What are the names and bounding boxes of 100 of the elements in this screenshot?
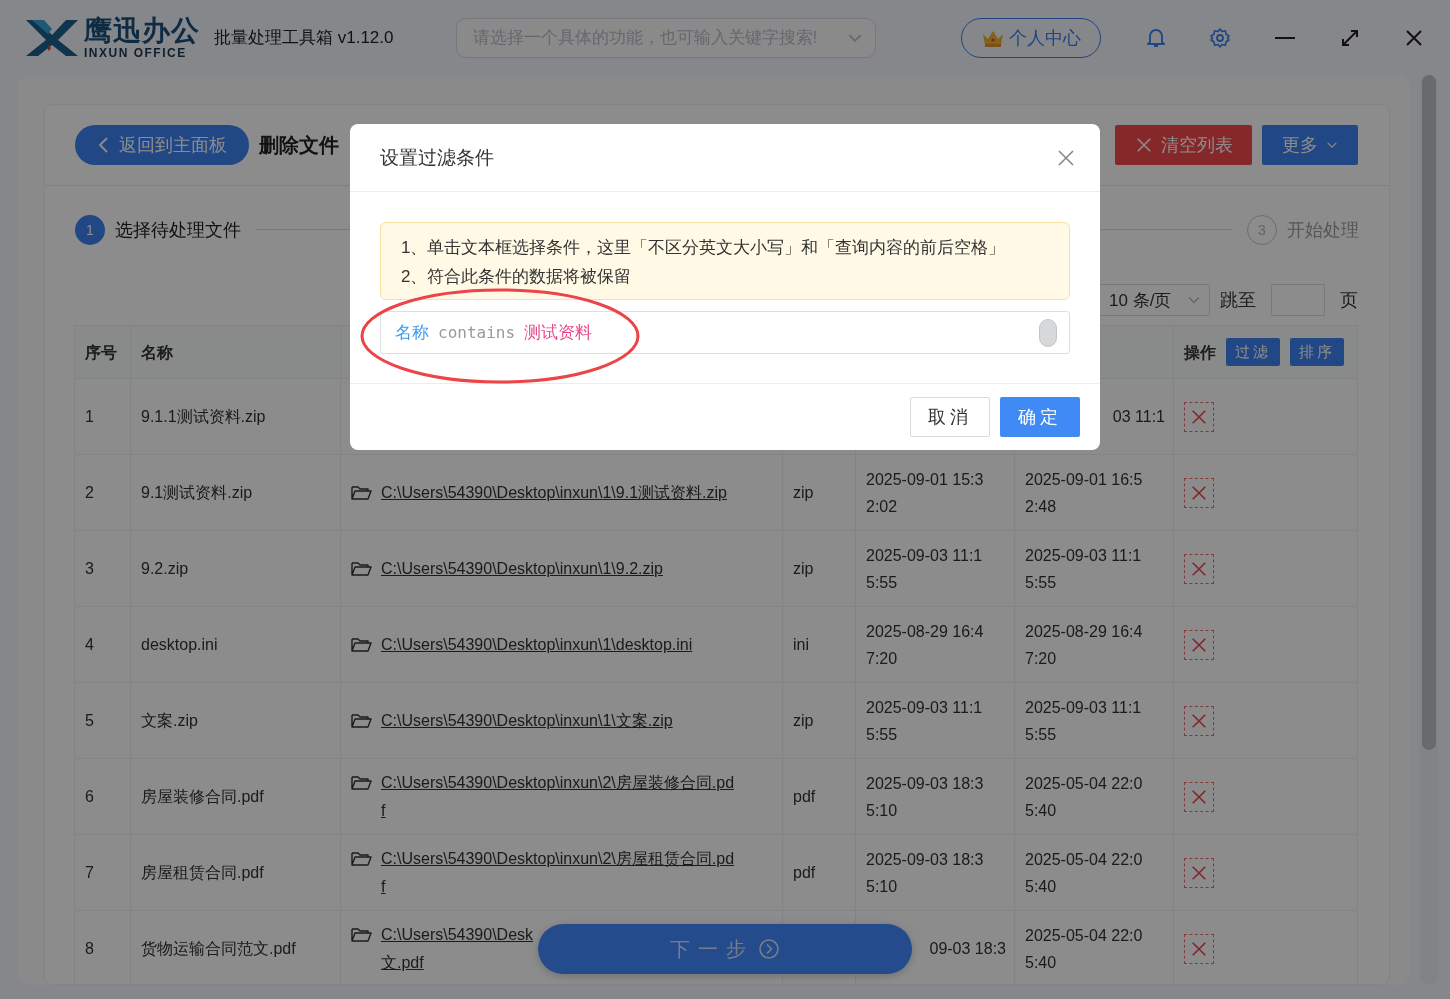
created-time: 2025-08-29 16:4 7:20 — [866, 621, 984, 669]
file-path-link[interactable]: C:\Users\54390\Desktop\inxun\2\房屋租赁合同.pd f — [381, 844, 735, 901]
file-path-link[interactable]: C:\Users\54390\Desktop\inxun\1\文案.zip — [381, 706, 673, 735]
folder-icon — [351, 850, 372, 867]
delete-button[interactable] — [1184, 629, 1214, 660]
column-header: 序号 — [85, 342, 117, 363]
created-time: 2025-09-03 11:1 5:55 — [866, 545, 983, 593]
notice-text: 2、符合此条件的数据将被保留 — [401, 266, 633, 288]
file-name: 文案.zip — [141, 711, 198, 731]
file-type: pdf — [793, 863, 816, 883]
column-header: 操作 — [1184, 342, 1216, 363]
scrollbar[interactable] — [1420, 75, 1438, 985]
modified-time: 2025-09-03 11:1 5:55 — [1025, 697, 1142, 745]
folder-icon — [351, 712, 372, 729]
x-icon — [1190, 863, 1208, 882]
row-index: 2 — [85, 483, 94, 503]
folder-icon — [351, 636, 372, 653]
modified-time: 2025-05-04 22:0 5:40 — [1025, 849, 1143, 897]
folder-icon — [351, 560, 372, 577]
back-button[interactable]: 返回到主面板 — [75, 125, 249, 165]
x-icon — [1190, 787, 1208, 806]
column-header: 名称 — [141, 342, 173, 363]
page-title: 删除文件 — [259, 132, 339, 158]
more-button[interactable]: 更多 — [1262, 125, 1358, 165]
logo-subtitle: INXUN OFFICE — [84, 46, 188, 59]
created-time: 09-03 18:3 — [929, 939, 1006, 959]
close-x-icon — [1403, 27, 1424, 48]
file-type: zip — [793, 483, 814, 503]
file-name: 9.1.1测试资料.zip — [141, 407, 266, 427]
jump-label: 跳至 — [1220, 289, 1256, 312]
file-path-link[interactable]: C:\Users\54390\Desktop\inxun\1\desktop.ini — [381, 630, 693, 659]
row-index: 7 — [85, 863, 94, 883]
delete-button[interactable] — [1184, 401, 1214, 432]
cancel-button[interactable]: 取消 — [910, 397, 990, 437]
file-path-link[interactable]: C:\Users\54390\Desk 文.pdf — [381, 920, 534, 977]
arrow-right-circle-icon — [758, 938, 780, 960]
row-index: 8 — [85, 939, 94, 959]
row-index: 6 — [85, 787, 94, 807]
file-type: zip — [793, 559, 814, 579]
modified-time: 2025-05-04 22:0 5:40 — [1025, 925, 1143, 973]
modified-time: 2025-05-04 22:0 5:40 — [1025, 773, 1143, 821]
file-path-link[interactable]: C:\Users\54390\Desktop\inxun\1\9.1测试资料.zip — [381, 478, 727, 507]
row-index: 4 — [85, 635, 94, 655]
x-icon — [1190, 483, 1208, 502]
x-icon — [1190, 711, 1208, 730]
field-token: 名称 — [395, 322, 429, 344]
row-index: 5 — [85, 711, 94, 731]
modified-time: 2025-08-29 16:4 7:20 — [1025, 621, 1143, 669]
delete-button[interactable] — [1184, 705, 1214, 736]
page-suffix: 页 — [1340, 289, 1358, 312]
step-number: 1 — [75, 214, 105, 245]
x-icon — [1134, 136, 1153, 154]
x-icon — [1190, 635, 1208, 654]
modified-time: 03 11:1 — [1112, 407, 1165, 427]
x-icon — [1190, 939, 1208, 958]
file-name: 9.2.zip — [141, 559, 189, 579]
file-name: 9.1测试资料.zip — [141, 483, 253, 503]
file-type: pdf — [793, 787, 816, 807]
created-time: 2025-09-03 18:3 5:10 — [866, 773, 984, 821]
file-path-link[interactable]: C:\Users\54390\Desktop\inxun\2\房屋装修合同.pd f — [381, 768, 735, 825]
file-name: desktop.ini — [141, 635, 218, 655]
modified-time: 2025-09-01 16:5 2:48 — [1025, 469, 1143, 517]
logo-icon — [24, 17, 80, 58]
delete-button[interactable] — [1184, 933, 1214, 964]
delete-button[interactable] — [1184, 781, 1214, 812]
dialog-title: 设置过滤条件 — [380, 145, 494, 170]
confirm-button[interactable]: 确定 — [1000, 397, 1080, 437]
file-path-link[interactable]: C:\Users\54390\Desktop\inxun\1\9.2.zip — [381, 554, 663, 583]
filter-button[interactable]: 过滤 — [1226, 338, 1280, 366]
notice-text: 1、单击文本框选择条件，这里「不区分英文大小写」和「查询内容的前后空格」 — [401, 237, 1007, 259]
file-type: zip — [793, 711, 814, 731]
x-icon — [1190, 407, 1208, 426]
resize-handle[interactable] — [1039, 318, 1057, 347]
operator-token: contains — [438, 323, 516, 342]
close-icon[interactable] — [1056, 147, 1076, 168]
clear-list-button[interactable]: 清空列表 — [1115, 125, 1252, 165]
modified-time: 2025-09-03 11:1 5:55 — [1025, 545, 1142, 593]
created-time: 2025-09-03 18:3 5:10 — [866, 849, 984, 897]
sort-button[interactable]: 排序 — [1290, 338, 1344, 366]
delete-button[interactable] — [1184, 553, 1214, 584]
row-index: 1 — [85, 407, 94, 427]
file-name: 房屋租赁合同.pdf — [141, 863, 264, 883]
folder-icon — [351, 484, 372, 501]
created-time: 2025-09-03 11:1 5:55 — [866, 697, 983, 745]
row-index: 3 — [85, 559, 94, 579]
folder-icon — [351, 774, 372, 791]
step-label: 开始处理 — [1287, 218, 1359, 242]
file-name: 房屋装修合同.pdf — [141, 787, 264, 807]
folder-icon — [351, 926, 372, 943]
created-time: 2025-09-01 15:3 2:02 — [866, 469, 984, 517]
file-type: ini — [793, 635, 809, 655]
delete-button[interactable] — [1184, 477, 1214, 508]
delete-button[interactable] — [1184, 857, 1214, 888]
logo-name: 鹰迅办公 — [84, 16, 200, 45]
app-title: 批量处理工具箱 v1.12.0 — [214, 27, 394, 49]
filter-field[interactable]: 名称 contains 测试资料 — [380, 311, 1070, 354]
chevron-left-icon — [97, 136, 109, 154]
file-name: 货物运输合同范文.pdf — [141, 939, 296, 959]
x-icon — [1190, 559, 1208, 578]
value-token: 测试资料 — [524, 322, 593, 344]
